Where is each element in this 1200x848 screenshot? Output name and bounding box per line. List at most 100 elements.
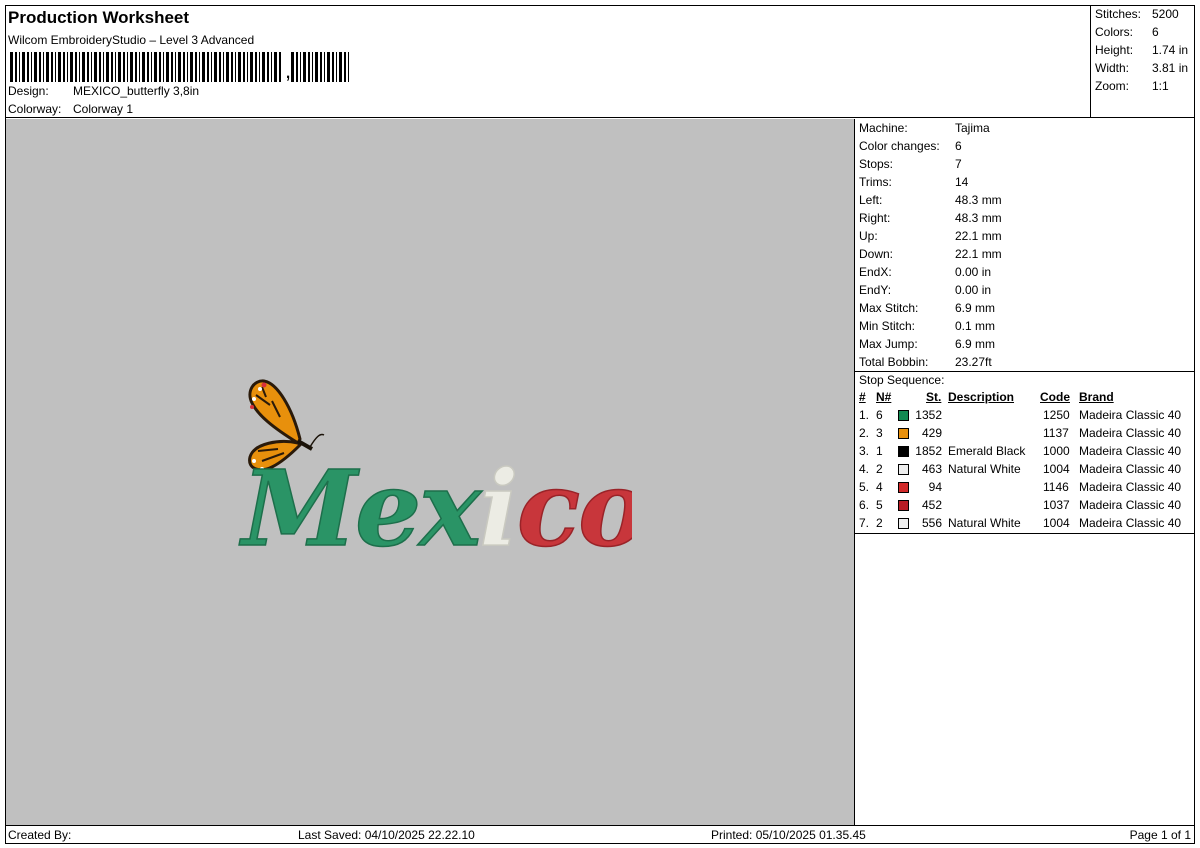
- color-swatch: [898, 482, 909, 493]
- color-swatch: [898, 464, 909, 475]
- stat-row: Width: 3.81 in: [1095, 61, 1188, 75]
- cell-desc: Natural White: [948, 462, 1021, 476]
- col-header-st: St.: [926, 390, 942, 404]
- col-header-code: Code: [1040, 390, 1070, 404]
- cell-brand: Madeira Classic 40: [1079, 462, 1182, 476]
- machine-label: Total Bobbin:: [859, 355, 929, 369]
- machine-row: EndY: 0.00 in: [859, 283, 991, 297]
- cell-num: 1.: [859, 408, 870, 422]
- machine-value: 23.27ft: [955, 355, 992, 369]
- worksheet-header: Production Worksheet Wilcom EmbroiderySt…: [5, 5, 1091, 118]
- cell-code: 1004: [1043, 462, 1070, 476]
- machine-value: 6: [955, 139, 962, 153]
- cell-n: 1: [876, 444, 883, 458]
- cell-code: 1250: [1043, 408, 1070, 422]
- machine-value: Tajima: [955, 121, 990, 135]
- machine-label: Left:: [859, 193, 883, 207]
- machine-value: 48.3 mm: [955, 211, 1002, 225]
- cell-num: 7.: [859, 516, 870, 530]
- machine-row: Left: 48.3 mm: [859, 193, 1002, 207]
- machine-row: Down: 22.1 mm: [859, 247, 1002, 261]
- design-preview: Mexico: [6, 119, 855, 825]
- machine-label: Min Stitch:: [859, 319, 916, 333]
- stat-row: Zoom: 1:1: [1095, 79, 1169, 93]
- stat-label: Colors:: [1095, 25, 1134, 39]
- color-swatch: [898, 500, 909, 511]
- stat-value: 1.74 in: [1152, 43, 1189, 57]
- stat-row: Colors: 6: [1095, 25, 1159, 39]
- machine-value: 0.1 mm: [955, 319, 996, 333]
- machine-value: 0.00 in: [955, 283, 992, 297]
- stat-row: Height: 1.74 in: [1095, 43, 1188, 57]
- barcode-icon: [10, 52, 281, 82]
- stat-label: Stitches:: [1095, 7, 1142, 21]
- machine-label: Max Jump:: [859, 337, 918, 351]
- text-part-white: i: [479, 447, 517, 567]
- cell-brand: Madeira Classic 40: [1079, 426, 1182, 440]
- machine-row: Machine: Tajima: [859, 121, 990, 135]
- design-stats: Stitches: 5200 Colors: 6 Height: 1.74 in Wi…: [1091, 5, 1195, 118]
- machine-row: Total Bobbin: 23.27ft: [859, 355, 992, 369]
- divider: [855, 371, 1195, 372]
- cell-code: 1037: [1043, 498, 1070, 512]
- machine-value: 22.1 mm: [955, 229, 1002, 243]
- machine-label: Right:: [859, 211, 891, 225]
- cell-st: 463: [921, 462, 942, 476]
- machine-value: 6.9 mm: [955, 337, 996, 351]
- machine-label: Color changes:: [859, 139, 940, 153]
- cell-n: 3: [876, 426, 883, 440]
- cell-num: 3.: [859, 444, 870, 458]
- machine-label: Max Stitch:: [859, 301, 919, 315]
- stat-label: Zoom:: [1095, 79, 1130, 93]
- machine-value: 48.3 mm: [955, 193, 1002, 207]
- machine-row: Up: 22.1 mm: [859, 229, 1002, 243]
- cell-st: 429: [921, 426, 942, 440]
- cell-code: 1004: [1043, 516, 1070, 530]
- divider: [855, 533, 1195, 534]
- design-row: Design: MEXICO_butterfly 3,8in: [8, 84, 199, 98]
- machine-row: Right: 48.3 mm: [859, 211, 1002, 225]
- cell-st: 1352: [915, 408, 942, 422]
- colorway-value: Colorway 1: [73, 102, 134, 116]
- machine-label: Machine:: [859, 121, 908, 135]
- stop-sequence-title: Stop Sequence:: [859, 373, 945, 387]
- created-by: Created By:: [8, 828, 72, 842]
- stat-value: 5200: [1152, 7, 1179, 21]
- machine-label: Stops:: [859, 157, 894, 171]
- cell-num: 6.: [859, 498, 870, 512]
- stat-label: Height:: [1095, 43, 1134, 57]
- cell-n: 6: [876, 408, 883, 422]
- table-row: 2. 3 429 1137 Madeira Classic 40: [855, 426, 1195, 444]
- stat-label: Width:: [1095, 61, 1130, 75]
- machine-row: Color changes: 6: [859, 139, 962, 153]
- cell-num: 4.: [859, 462, 870, 476]
- color-swatch: [898, 428, 909, 439]
- table-row: 6. 5 452 1037 Madeira Classic 40: [855, 498, 1195, 516]
- machine-label: EndY:: [859, 283, 892, 297]
- machine-row: Min Stitch: 0.1 mm: [859, 319, 995, 333]
- stat-value: 3.81 in: [1152, 61, 1189, 75]
- cell-code: 1146: [1043, 480, 1069, 494]
- cell-brand: Madeira Classic 40: [1079, 498, 1182, 512]
- barcode: ,: [10, 52, 351, 82]
- cell-n: 4: [876, 480, 883, 494]
- cell-desc: Emerald Black: [948, 444, 1026, 458]
- table-row: 7. 2 556 Natural White 1004 Madeira Classic 4…: [855, 516, 1195, 534]
- machine-value: 14: [955, 175, 969, 189]
- table-row: 4. 2 463 Natural White 1004 Madeira Classic 4…: [855, 462, 1195, 480]
- text-part-red: co: [517, 447, 632, 567]
- col-header-num: #: [859, 390, 866, 404]
- text-part-green: Mex: [239, 447, 482, 567]
- machine-label: Down:: [859, 247, 894, 261]
- design-value: MEXICO_butterfly 3,8in: [73, 84, 200, 98]
- machine-row: Stops: 7: [859, 157, 962, 171]
- stat-value: 1:1: [1152, 79, 1169, 93]
- cell-desc: Natural White: [948, 516, 1021, 530]
- cell-n: 2: [876, 462, 883, 476]
- colorway-label: Colorway:: [8, 102, 62, 116]
- mexico-butterfly-design: Mexico: [238, 379, 632, 567]
- col-header-brand: Brand: [1079, 390, 1114, 404]
- color-swatch: [898, 410, 909, 421]
- stat-value: 6: [1152, 25, 1159, 39]
- design-text: Mexico: [239, 447, 632, 567]
